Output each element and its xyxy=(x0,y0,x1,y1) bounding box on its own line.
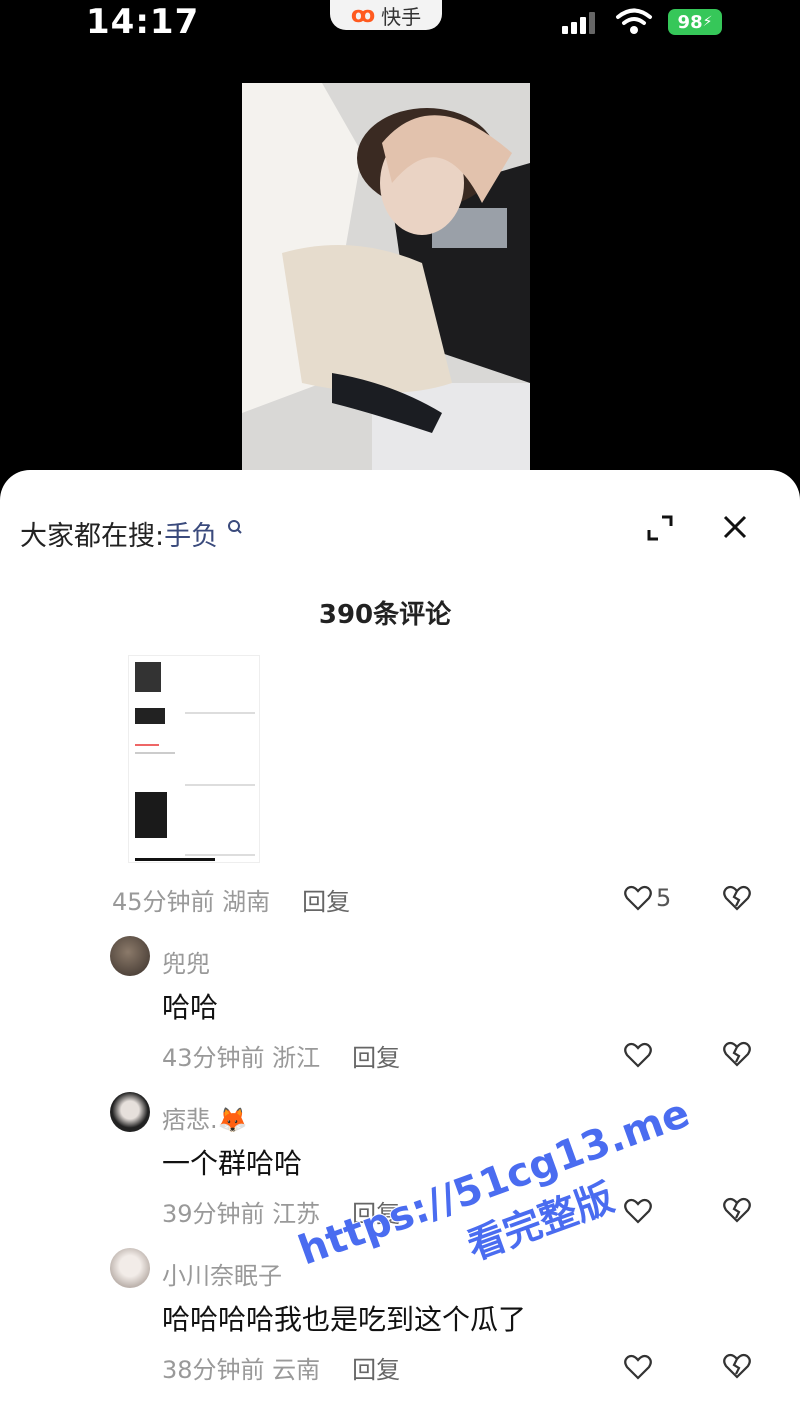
reply-button[interactable]: 回复 xyxy=(302,888,350,916)
comment-time-location: 39分钟前 江苏 xyxy=(162,1200,321,1228)
status-time: 14:17 xyxy=(86,2,200,42)
comments-sheet: 大家都在搜:手负 390条评论 45分钟前 湖南 回复 5 兜兜 哈哈 43分钟… xyxy=(0,470,800,1402)
reply-button[interactable]: 回复 xyxy=(352,1356,400,1384)
search-prefix: 大家都在搜: xyxy=(20,521,165,552)
battery-indicator: 98 ⚡ xyxy=(668,9,722,35)
video-thumbnail-image xyxy=(242,83,530,470)
search-icon xyxy=(227,520,242,534)
comment-username[interactable]: 痞悲.🦊 xyxy=(162,1100,248,1135)
avatar[interactable] xyxy=(110,1092,150,1132)
battery-level: 98 xyxy=(677,11,703,33)
comment-image-attachment[interactable] xyxy=(128,655,260,863)
broken-heart-icon[interactable] xyxy=(722,1196,752,1224)
comment-meta: 43分钟前 浙江 回复 xyxy=(162,1038,400,1073)
avatar[interactable] xyxy=(110,936,150,976)
comment-text: 哈哈哈哈我也是吃到这个瓜了 xyxy=(162,1303,527,1336)
like-button[interactable]: 5 xyxy=(624,884,671,912)
reply-button[interactable]: 回复 xyxy=(352,1044,400,1072)
screenshot-thumbnail-image xyxy=(135,662,255,861)
trending-search[interactable]: 大家都在搜:手负 xyxy=(20,514,243,553)
avatar[interactable] xyxy=(110,1248,150,1288)
comment-time-location: 38分钟前 云南 xyxy=(162,1356,321,1384)
expand-icon[interactable] xyxy=(646,514,674,542)
broken-heart-icon[interactable] xyxy=(722,1040,752,1068)
kuaishou-logo-icon: ꝏ xyxy=(350,2,376,28)
wifi-icon xyxy=(616,8,652,34)
comment-meta: 39分钟前 江苏 回复 xyxy=(162,1194,400,1229)
cellular-signal-icon xyxy=(562,10,595,34)
comment-text: 哈哈 xyxy=(162,991,219,1024)
heart-icon[interactable] xyxy=(624,1354,652,1380)
broken-heart-icon[interactable] xyxy=(722,884,752,912)
comment-meta: 38分钟前 云南 回复 xyxy=(162,1350,400,1385)
app-name: 快手 xyxy=(381,4,422,29)
comment-time-location: 45分钟前 湖南 xyxy=(112,888,271,916)
like-count: 5 xyxy=(656,884,672,912)
comment-username[interactable]: 兜兜 xyxy=(162,944,210,979)
reply-button[interactable]: 回复 xyxy=(352,1200,400,1228)
app-indicator-pill[interactable]: ꝏ 快手 xyxy=(330,0,442,30)
comment-count: 390条评论 xyxy=(318,600,452,630)
video-preview[interactable] xyxy=(242,83,530,470)
comment-username[interactable]: 小川奈眠子 xyxy=(162,1256,282,1291)
heart-icon[interactable] xyxy=(624,1198,652,1224)
status-bar: 14:17 ꝏ 快手 98 ⚡ xyxy=(0,0,800,44)
charging-bolt-icon: ⚡ xyxy=(702,14,713,30)
search-term-link[interactable]: 手负 xyxy=(164,521,218,552)
comment-meta: 45分钟前 湖南 回复 xyxy=(112,882,350,917)
comment-text: 一个群哈哈 xyxy=(162,1147,303,1180)
comment-time-location: 43分钟前 浙江 xyxy=(162,1044,321,1072)
close-icon[interactable] xyxy=(720,512,750,542)
heart-icon[interactable] xyxy=(624,1042,652,1068)
broken-heart-icon[interactable] xyxy=(722,1352,752,1380)
heart-icon xyxy=(624,885,652,911)
